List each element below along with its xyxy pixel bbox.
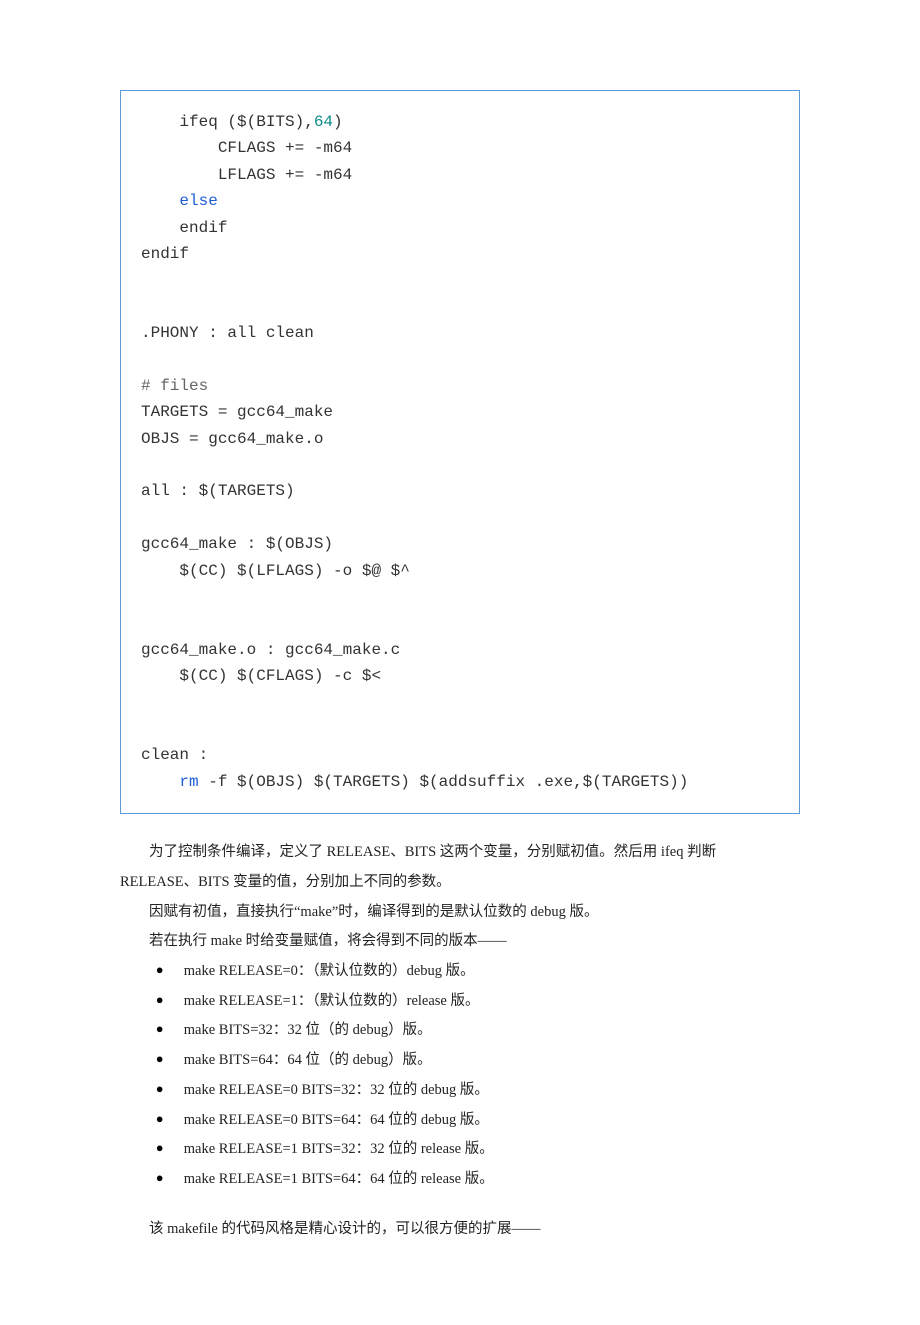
code-line: TARGETS = gcc64_make bbox=[141, 403, 333, 421]
code-line: $(CC) $(CFLAGS) -c $< bbox=[141, 667, 381, 685]
list-item: make RELEASE=1 BITS=64：64 位的 release 版。 bbox=[152, 1165, 800, 1195]
code-keyword: rm bbox=[179, 773, 198, 791]
code-text: ) bbox=[333, 113, 343, 131]
code-keyword: else bbox=[141, 192, 218, 210]
code-literal: 64 bbox=[314, 113, 333, 131]
code-line: gcc64_make : $(OBJS) bbox=[141, 535, 333, 553]
paragraph: 为了控制条件编译，定义了 RELEASE、BITS 这两个变量，分别赋初值。然后… bbox=[120, 838, 800, 868]
list-item: make BITS=64：64 位（的 debug）版。 bbox=[152, 1046, 800, 1076]
paragraph: 因赋有初值，直接执行“make”时，编译得到的是默认位数的 debug 版。 bbox=[120, 898, 800, 928]
paragraph: 该 makefile 的代码风格是精心设计的，可以很方便的扩展—— bbox=[120, 1215, 800, 1245]
list-item: make BITS=32：32 位（的 debug）版。 bbox=[152, 1016, 800, 1046]
code-line: LFLAGS += -m64 bbox=[141, 166, 352, 184]
code-line: .PHONY : all clean bbox=[141, 324, 314, 342]
document-page: ifeq ($(BITS),64) CFLAGS += -m64 LFLAGS … bbox=[0, 0, 920, 1325]
paragraph-text: RELEASE、BITS 变量的值，分别加上不同的参数。 bbox=[120, 874, 451, 890]
code-line: clean : bbox=[141, 746, 208, 764]
makefile-code-block: ifeq ($(BITS),64) CFLAGS += -m64 LFLAGS … bbox=[120, 90, 800, 814]
code-line: CFLAGS += -m64 bbox=[141, 139, 352, 157]
list-item: make RELEASE=0：（默认位数的）debug 版。 bbox=[152, 957, 800, 987]
code-comment: # files bbox=[141, 377, 208, 395]
list-item: make RELEASE=0 BITS=32：32 位的 debug 版。 bbox=[152, 1076, 800, 1106]
code-line: endif bbox=[141, 245, 189, 263]
code-line: $(CC) $(LFLAGS) -o $@ $^ bbox=[141, 562, 410, 580]
code-line: all : $(TARGETS) bbox=[141, 482, 295, 500]
code-text: -f $(OBJS) $(TARGETS) $(addsuffix .exe,$… bbox=[199, 773, 689, 791]
code-line: ifeq ($(BITS), bbox=[141, 113, 314, 131]
list-item: make RELEASE=1：（默认位数的）release 版。 bbox=[152, 987, 800, 1017]
paragraph: 若在执行 make 时给变量赋值，将会得到不同的版本—— bbox=[120, 927, 800, 957]
code-line: OBJS = gcc64_make.o bbox=[141, 430, 323, 448]
code-line: endif bbox=[141, 219, 227, 237]
bullet-list: make RELEASE=0：（默认位数的）debug 版。 make RELE… bbox=[152, 957, 800, 1195]
paragraph-continuation: RELEASE、BITS 变量的值，分别加上不同的参数。 bbox=[120, 868, 800, 898]
body-text: 为了控制条件编译，定义了 RELEASE、BITS 这两个变量，分别赋初值。然后… bbox=[120, 838, 800, 1245]
list-item: make RELEASE=1 BITS=32：32 位的 release 版。 bbox=[152, 1135, 800, 1165]
paragraph-text: 为了控制条件编译，定义了 RELEASE、BITS 这两个变量，分别赋初值。然后… bbox=[149, 844, 716, 860]
code-line: gcc64_make.o : gcc64_make.c bbox=[141, 641, 400, 659]
code-text bbox=[141, 773, 179, 791]
list-item: make RELEASE=0 BITS=64：64 位的 debug 版。 bbox=[152, 1106, 800, 1136]
